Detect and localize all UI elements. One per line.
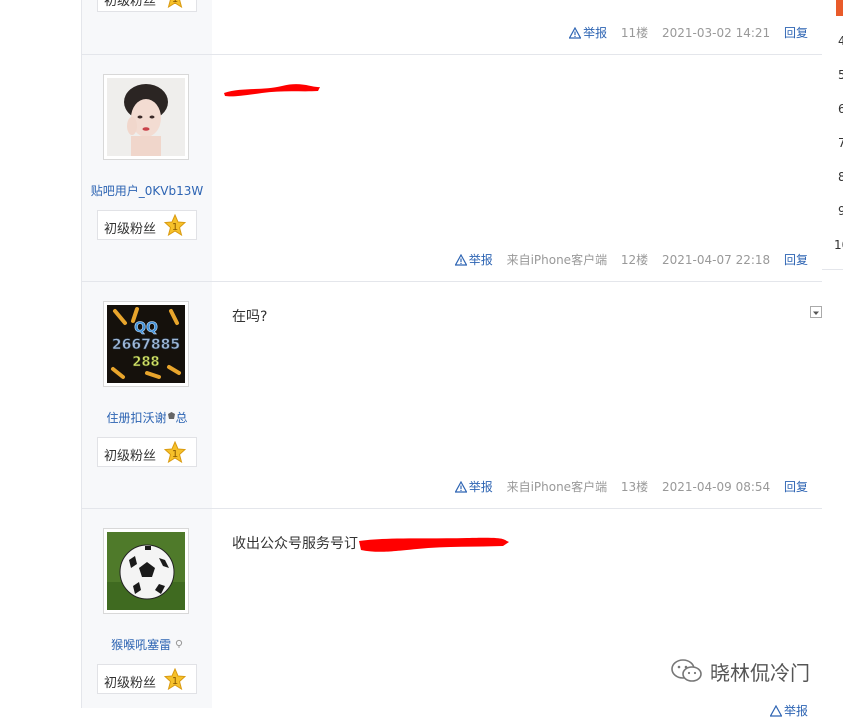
chevron-down-icon [813, 311, 819, 315]
username-link[interactable]: 住册扣沃谢总 [82, 409, 212, 426]
wechat-watermark: 晓林侃冷门 [670, 654, 810, 688]
post-tail: 举报 来自iPhone客户端 13楼 2021-04-09 08:54 回复 [445, 478, 808, 495]
report-label: 举报 [583, 26, 608, 40]
avatar-text-line: 288 [132, 355, 159, 370]
reply-link[interactable]: 回复 [784, 253, 808, 267]
post-date: 2021-04-09 08:54 [662, 480, 771, 494]
floor-number: 13楼 [620, 480, 649, 494]
post-floor-12: 贴吧用户_0KVb13W 初级粉丝 1 举报 来自iPhone客户端 12楼 2… [82, 55, 822, 282]
username-text: 猴喉吼塞雷 [111, 638, 172, 652]
floor-number: 11楼 [620, 26, 649, 40]
username-link[interactable]: 贴吧用户_0KVb13W [82, 182, 212, 199]
avatar[interactable]: QQ 2667885 288 [103, 301, 189, 387]
fan-level-label: 初级粉丝 [104, 676, 157, 691]
fan-level-label: 初级粉丝 [104, 0, 157, 9]
floor-number: 12楼 [620, 253, 649, 267]
svg-text:1: 1 [172, 449, 178, 460]
divider [822, 269, 843, 270]
post-floor-13: QQ 2667885 288 住册扣沃谢总 初级粉丝 1 在吗? 举报 来自iP… [82, 282, 822, 509]
report-link[interactable]: 举报 [769, 704, 808, 718]
svg-text:1: 1 [172, 0, 178, 5]
warning-icon [769, 704, 783, 717]
username-link[interactable]: 猴喉吼塞雷 [82, 636, 212, 653]
fan-level-label: 初级粉丝 [104, 449, 157, 464]
page-number[interactable]: 4 [838, 34, 843, 48]
avatar-qq-image: QQ 2667885 288 [107, 305, 185, 383]
avatar-portrait-image [107, 78, 185, 156]
avatar[interactable] [103, 528, 189, 614]
page-number[interactable]: 10 [834, 238, 843, 252]
vip-icon [167, 412, 175, 419]
fan-level-label: 初级粉丝 [104, 222, 157, 237]
avatar-soccer-ball-image [107, 532, 185, 610]
fan-level-badge[interactable]: 初级粉丝 1 [97, 664, 197, 694]
gender-icon [175, 639, 183, 648]
warning-icon [454, 253, 468, 266]
wechat-icon [671, 659, 702, 682]
report-label: 举报 [468, 480, 493, 494]
watermark-text: 晓林侃冷门 [710, 660, 810, 685]
post-menu-dropdown[interactable] [810, 306, 822, 318]
warning-icon [454, 480, 468, 493]
post-source: 来自iPhone客户端 [506, 253, 608, 267]
avatar-text-line: 2667885 [112, 337, 180, 353]
report-link[interactable]: 举报 [568, 26, 611, 40]
page-number[interactable]: 7 [838, 136, 843, 150]
level-star-icon: 1 [164, 441, 186, 463]
reply-link[interactable]: 回复 [784, 26, 808, 40]
fan-level-badge[interactable]: 初级粉丝 1 [97, 437, 197, 467]
fan-level-badge[interactable]: 初级粉丝 1 [97, 210, 197, 240]
svg-text:1: 1 [172, 222, 178, 233]
right-pager-column: 4 5 6 7 8 9 10 [822, 0, 843, 708]
svg-text:1: 1 [172, 676, 178, 687]
post-content: 收出公众号服务号订 [232, 536, 358, 552]
fan-level-badge[interactable]: 初级粉丝 1 [97, 0, 197, 12]
post-floor-11: 初级粉丝 1 举报 11楼 2021-03-02 14:21 回复 [82, 0, 822, 55]
page-number[interactable]: 8 [838, 170, 843, 184]
username-text: 住册扣沃谢 [106, 411, 167, 425]
post-tail: 举报 来自iPhone客户端 12楼 2021-04-07 22:18 回复 [445, 251, 808, 268]
avatar[interactable] [103, 74, 189, 160]
reply-link[interactable]: 回复 [784, 480, 808, 494]
post-tail: 举报 11楼 2021-03-02 14:21 回复 [559, 24, 808, 41]
level-star-icon: 1 [164, 668, 186, 690]
post-date: 2021-03-02 14:21 [662, 26, 771, 40]
page-number[interactable]: 5 [838, 68, 843, 82]
level-star-icon: 1 [164, 214, 186, 236]
page-number[interactable]: 6 [838, 102, 843, 116]
post-source: 来自iPhone客户端 [506, 480, 608, 494]
avatar-text-line: QQ [134, 320, 158, 336]
current-page-marker[interactable] [836, 0, 843, 16]
report-label: 举报 [783, 704, 808, 718]
warning-icon [568, 26, 582, 39]
report-label: 举报 [468, 253, 493, 267]
report-link[interactable]: 举报 [454, 253, 497, 267]
thread-list: 初级粉丝 1 举报 11楼 2021-03-02 14:21 回复 [81, 0, 823, 718]
post-content: 在吗? [232, 309, 268, 325]
level-star-icon: 1 [167, 0, 183, 8]
redaction-mark [359, 537, 509, 552]
post-tail: 举报 [760, 702, 808, 719]
redaction-mark [224, 84, 320, 97]
username-suffix: 总 [175, 411, 188, 425]
page-number[interactable]: 9 [838, 204, 843, 218]
report-link[interactable]: 举报 [454, 480, 497, 494]
post-date: 2021-04-07 22:18 [662, 253, 771, 267]
